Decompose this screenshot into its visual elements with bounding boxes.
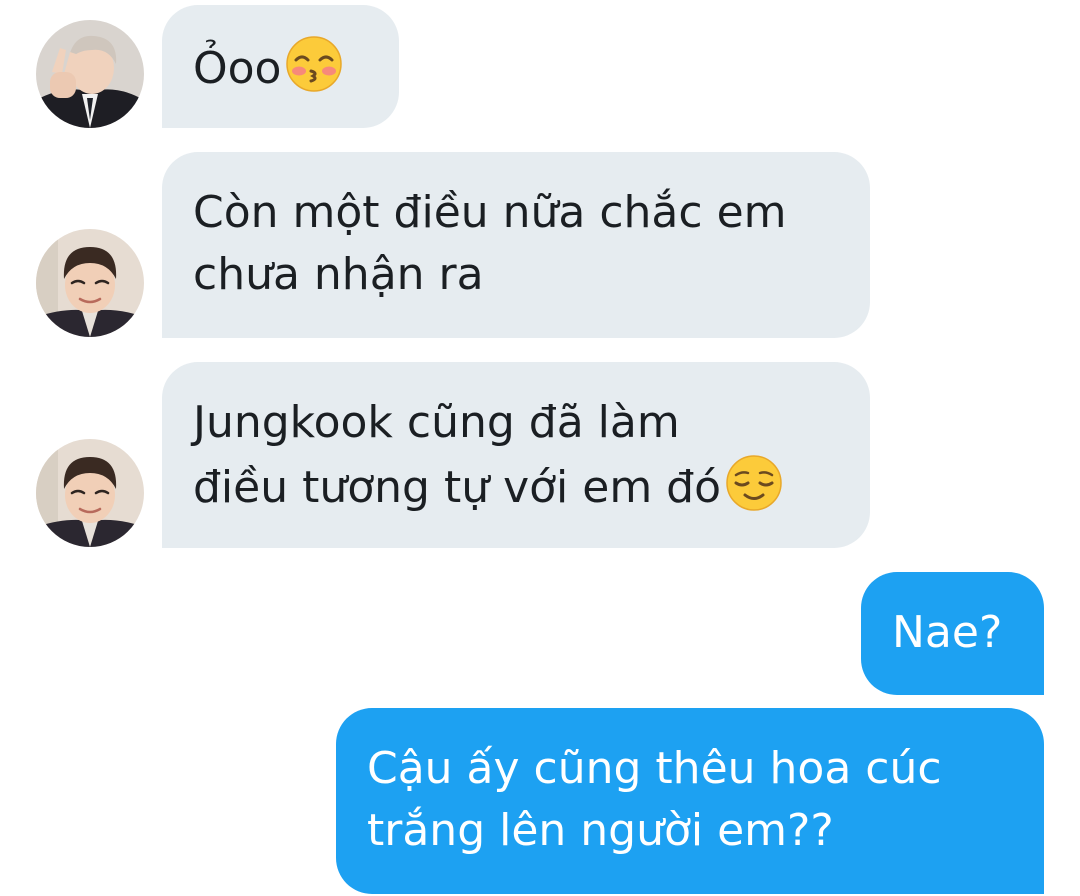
message-text-line: điều tương tự với em đó — [193, 454, 834, 519]
message-text-line: chưa nhận ra — [193, 249, 484, 300]
message-text-line: trắng lên người em?? — [367, 805, 834, 856]
message-text-line: Jungkook cũng đã làm — [193, 397, 680, 448]
avatar[interactable] — [36, 229, 144, 337]
relieved-face-emoji — [725, 454, 783, 512]
avatar-photo — [36, 229, 144, 337]
message-text-line: Còn một điều nữa chắc em — [193, 187, 787, 238]
avatar-photo — [36, 439, 144, 547]
message-bubble-incoming[interactable]: Jungkook cũng đã làm điều tương tự với e… — [162, 362, 870, 548]
kissing-smiling-eyes-emoji — [285, 35, 343, 93]
message-bubble-outgoing[interactable]: Nae? — [861, 572, 1044, 695]
avatar[interactable] — [36, 20, 144, 128]
avatar-photo — [36, 20, 144, 128]
message-text-line: Cậu ấy cũng thêu hoa cúc — [367, 743, 942, 794]
message-text: Ỏoo — [193, 35, 363, 100]
avatar[interactable] — [36, 439, 144, 547]
message-bubble-incoming[interactable]: Còn một điều nữa chắc em chưa nhận ra — [162, 152, 870, 338]
message-bubble-outgoing[interactable]: Cậu ấy cũng thêu hoa cúc trắng lên người… — [336, 708, 1044, 894]
message-text-line: Nae? — [892, 607, 1003, 658]
message-bubble-incoming[interactable]: Ỏoo — [162, 5, 399, 128]
